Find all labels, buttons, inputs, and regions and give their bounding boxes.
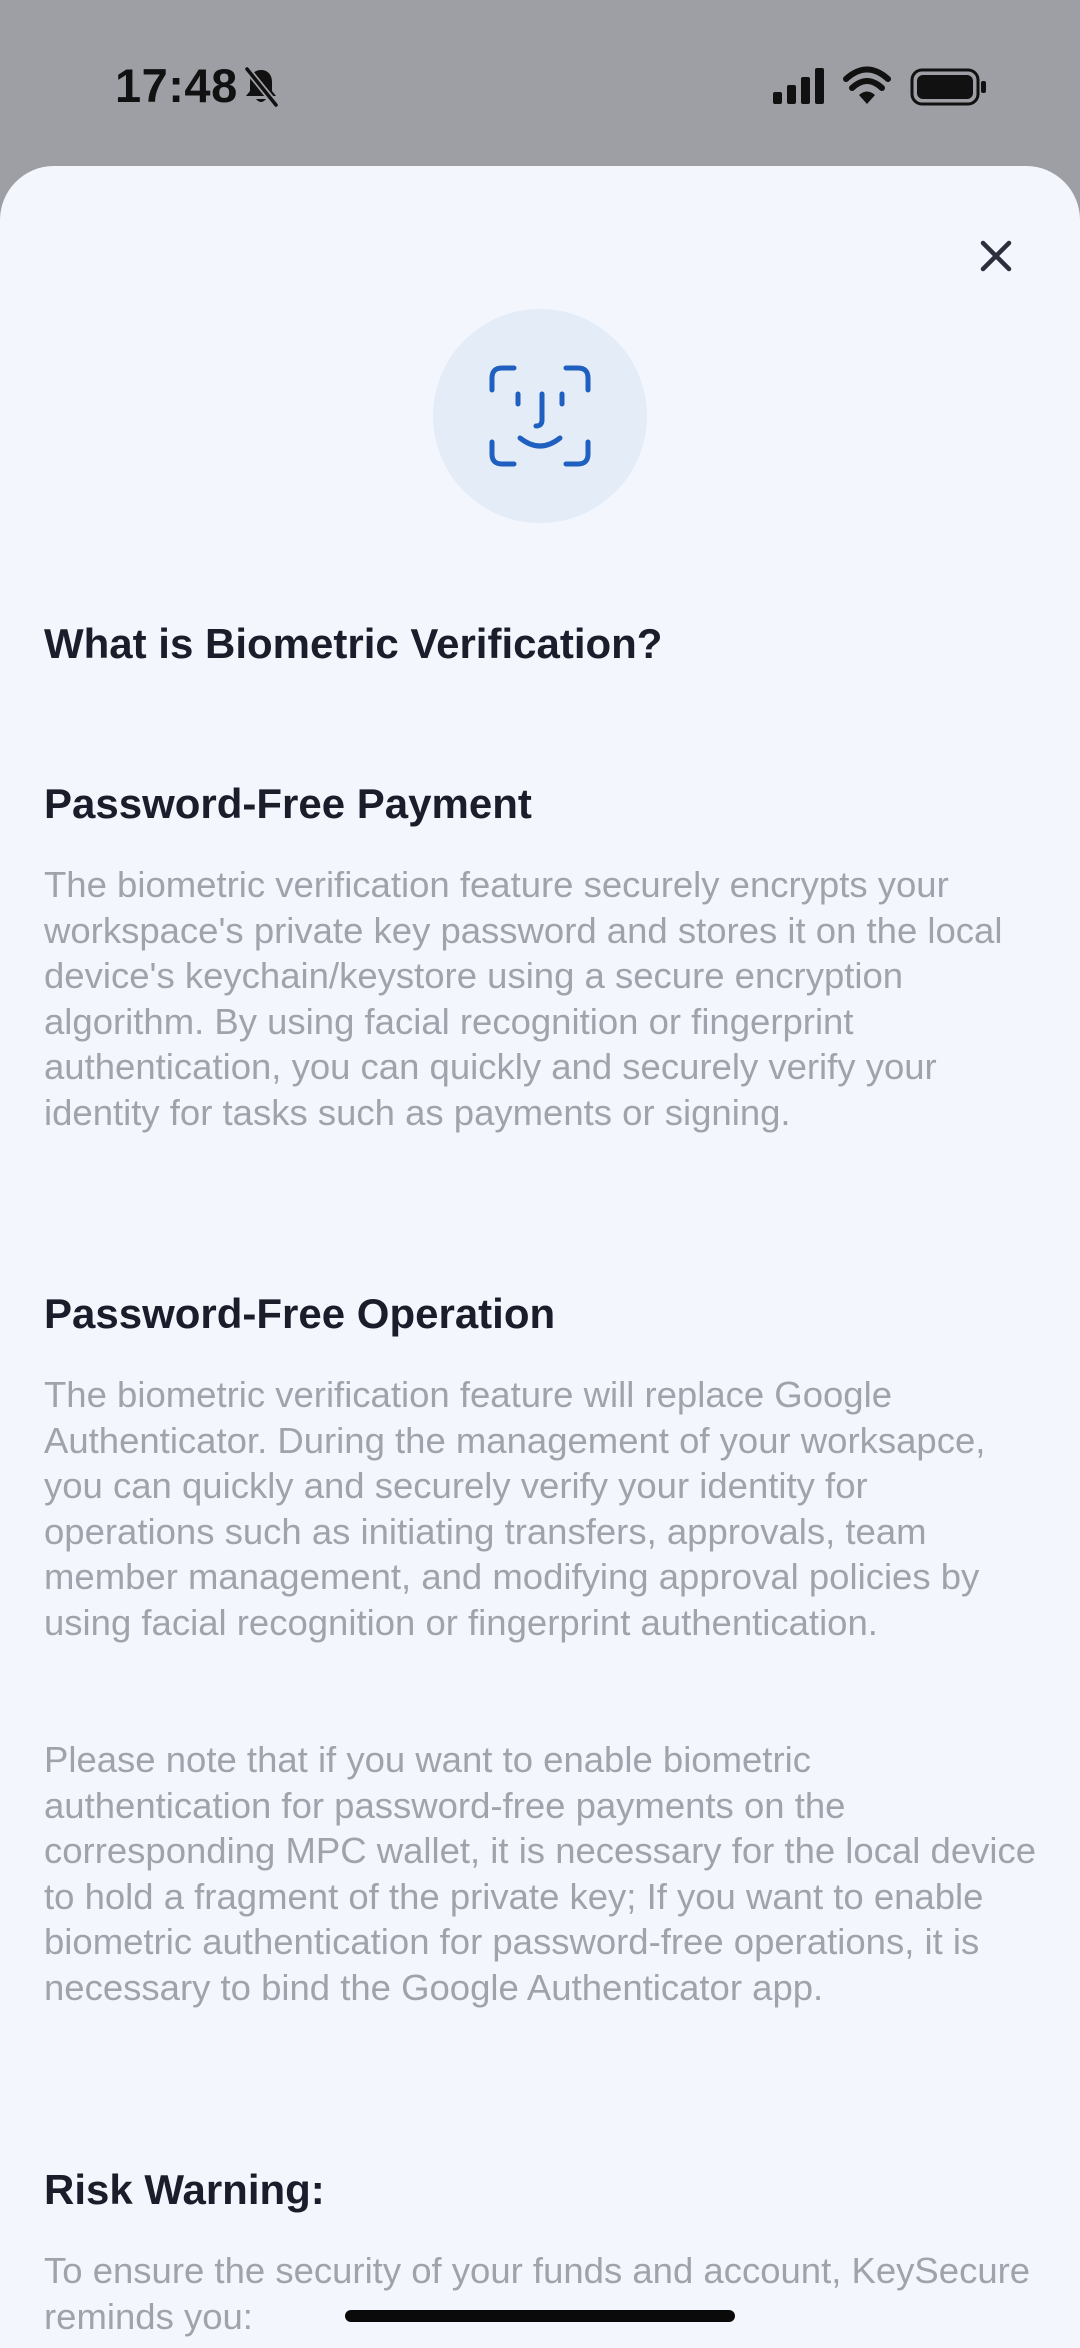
cellular-signal-icon bbox=[773, 68, 827, 109]
face-id-badge bbox=[433, 309, 647, 523]
face-id-icon bbox=[489, 365, 591, 467]
close-button[interactable] bbox=[966, 226, 1026, 286]
close-icon bbox=[980, 240, 1012, 272]
home-indicator[interactable] bbox=[345, 2310, 735, 2322]
section-paragraph: To ensure the security of your funds and… bbox=[44, 2250, 1031, 2337]
section-heading-password-free-operation: Password-Free Operation bbox=[44, 1290, 556, 1337]
page-title: What is Biometric Verification? bbox=[44, 620, 663, 667]
section-paragraph: Please note that if you want to enable b… bbox=[44, 1739, 1037, 2008]
battery-icon bbox=[910, 68, 988, 111]
section-heading-password-free-payment: Password-Free Payment bbox=[44, 780, 532, 827]
wifi-icon bbox=[843, 66, 891, 109]
status-time: 17:48 bbox=[115, 59, 238, 112]
biometric-info-sheet: What is Biometric Verification? Password… bbox=[0, 166, 1080, 2348]
section-paragraph: The biometric verification feature will … bbox=[44, 1374, 986, 1643]
bell-slash-icon bbox=[242, 66, 280, 113]
section-heading-risk-warning: Risk Warning: bbox=[44, 2166, 325, 2213]
status-bar: 17:48 bbox=[0, 0, 1080, 166]
section-paragraph: The biometric verification feature secur… bbox=[44, 864, 1003, 1133]
